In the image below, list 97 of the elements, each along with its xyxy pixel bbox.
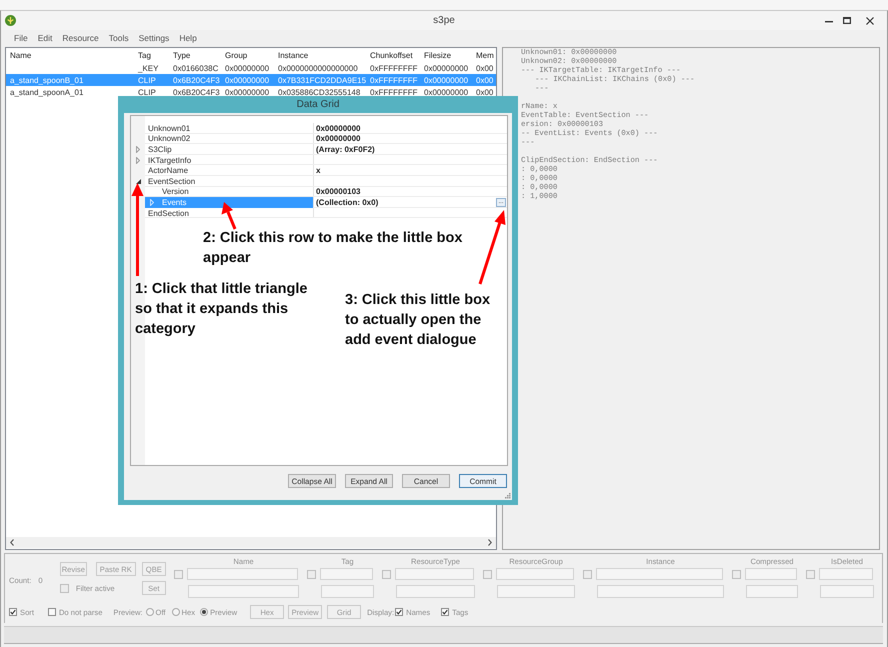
- chevron-right-icon[interactable]: [488, 539, 492, 546]
- property-value: x: [316, 166, 320, 176]
- property-name[interactable]: Version: [145, 186, 313, 198]
- annotation-text: 2: Click this row to make the little box appear: [203, 229, 464, 268]
- filter-field[interactable]: [496, 568, 574, 580]
- annotation-arrow: [222, 202, 236, 230]
- filter-field[interactable]: [395, 568, 474, 580]
- property-value: (Collection: 0x0): [316, 198, 378, 207]
- filter-field[interactable]: [596, 568, 723, 580]
- table-cell-text: 0x00: [475, 76, 494, 84]
- column-header[interactable]: Filesize: [420, 50, 472, 60]
- checkbox[interactable]: [583, 570, 592, 578]
- table-cell-text: 0x00: [475, 64, 494, 72]
- resize-grip-icon[interactable]: [505, 493, 511, 499]
- table-cell-text: _KEY: [136, 64, 160, 72]
- checkbox[interactable]: [806, 570, 815, 578]
- menu-item[interactable]: Settings: [138, 33, 170, 43]
- filter-field[interactable]: [745, 568, 797, 580]
- property-name[interactable]: EventSection: [145, 176, 313, 187]
- property-value: 0x00000000: [316, 134, 360, 144]
- table-cell-text: 0x035886CD32555148: [277, 88, 362, 96]
- filter-field[interactable]: [819, 568, 873, 580]
- filter-field[interactable]: [497, 585, 575, 598]
- column-header[interactable]: Instance: [274, 50, 366, 60]
- property-value: (Array: 0xF0F2): [316, 144, 375, 154]
- checkbox[interactable]: [395, 608, 404, 616]
- close-icon[interactable]: [866, 16, 874, 24]
- table-cell-text: 0x00: [475, 88, 494, 96]
- property-name[interactable]: Unknown02: [145, 134, 313, 144]
- radio-button[interactable]: [172, 608, 180, 616]
- column-header[interactable]: Type: [169, 50, 221, 60]
- dialog-title: Data Grid: [296, 99, 340, 110]
- table-cell-text: 0x0000000000000000: [277, 64, 359, 72]
- table-cell-text: 0x0166038C: [172, 64, 220, 72]
- table-cell-text: CLIP: [137, 88, 157, 96]
- filter-field[interactable]: [187, 568, 298, 580]
- table-cell-text: CLIP: [137, 76, 157, 84]
- column-header[interactable]: Chunkoffset: [366, 50, 420, 60]
- checkbox[interactable]: [48, 608, 56, 616]
- column-header[interactable]: Mem: [472, 50, 496, 60]
- table-cell-text: 0xFFFFFFFF: [369, 76, 419, 84]
- table-cell-text: a_stand_spoonA_01: [9, 88, 84, 96]
- horizontal-scrollbar[interactable]: [6, 537, 496, 548]
- property-name[interactable]: EndSection: [145, 208, 313, 218]
- filter-field[interactable]: [320, 568, 373, 580]
- filter-field[interactable]: [597, 585, 724, 598]
- filter-field[interactable]: [746, 585, 798, 598]
- checkbox[interactable]: [483, 570, 492, 578]
- checkbox[interactable]: [441, 608, 450, 616]
- annotation-text: 1: Click that little triangle so that it expands this category: [135, 280, 308, 339]
- table-cell-text: 0x00000000: [224, 76, 270, 84]
- table-cell-text: 0x00000000: [224, 88, 270, 96]
- checkbox[interactable]: [9, 608, 17, 616]
- menu-item[interactable]: Edit: [38, 33, 52, 43]
- menu-item[interactable]: File: [14, 33, 28, 43]
- app-logo-icon: [5, 15, 16, 26]
- column-header[interactable]: Tag: [134, 50, 169, 60]
- checkbox[interactable]: [307, 570, 316, 578]
- table-cell-text: 0x00000000: [423, 76, 470, 84]
- property-value: 0x00000000: [316, 124, 360, 133]
- list-row[interactable]: a_stand_spoonA_01 CLIP 0x6B20C4F3 0x00000000 0x035886CD32555148 0xFFFFFFFF 0x00000000 0x00: [6, 86, 496, 98]
- menu-item[interactable]: Help: [179, 33, 197, 43]
- property-name[interactable]: Unknown01: [145, 123, 313, 134]
- table-cell-text: 0x00000000: [224, 64, 270, 72]
- property-name[interactable]: IKTargetInfo: [145, 154, 313, 166]
- table-cell-text: 0x00000000: [423, 64, 470, 72]
- table-cell-text: a_stand_spoonB_01: [9, 76, 84, 84]
- window-title: s3pe: [433, 15, 455, 26]
- checkbox[interactable]: [382, 570, 391, 578]
- table-cell-text: 0xFFFFFFFF: [369, 88, 419, 96]
- checkbox[interactable]: [174, 570, 183, 578]
- radio-button[interactable]: [200, 608, 208, 616]
- filter-field[interactable]: [188, 585, 299, 598]
- table-cell-text: 0x00000000: [423, 88, 470, 96]
- annotation-text: 3: Click this little box to actually open the add event dialogue: [345, 291, 492, 350]
- chevron-left-icon[interactable]: [10, 539, 14, 546]
- column-header[interactable]: Group: [221, 50, 274, 60]
- menu-item[interactable]: Tools: [108, 33, 129, 43]
- property-name[interactable]: ActorName: [145, 165, 313, 176]
- table-cell-text: 0x6B20C4F3: [172, 88, 221, 96]
- checkbox[interactable]: [60, 584, 69, 592]
- minimize-icon[interactable]: [825, 20, 833, 22]
- table-cell-text: 0x7B331FCD2DDA9E15: [277, 76, 366, 84]
- maximize-icon[interactable]: [843, 17, 851, 24]
- property-value: 0x00000103: [316, 187, 360, 196]
- table-cell-text: 0xFFFFFFFF: [369, 64, 419, 72]
- triangle-icon[interactable]: [136, 178, 140, 184]
- menu-item[interactable]: Resource: [62, 33, 99, 43]
- filter-field[interactable]: [820, 585, 874, 598]
- column-header[interactable]: Name: [6, 50, 134, 60]
- filter-field[interactable]: [396, 585, 475, 598]
- list-row[interactable]: _KEY 0x0166038C 0x00000000 0x0000000000000000 0xFFFFFFFF 0x00000000 0x00: [6, 62, 496, 74]
- radio-button[interactable]: [146, 608, 154, 616]
- table-cell-text: 0x6B20C4F3: [172, 76, 221, 84]
- checkbox[interactable]: [732, 570, 741, 578]
- property-name[interactable]: S3Clip: [145, 144, 313, 155]
- filter-field[interactable]: [321, 585, 374, 598]
